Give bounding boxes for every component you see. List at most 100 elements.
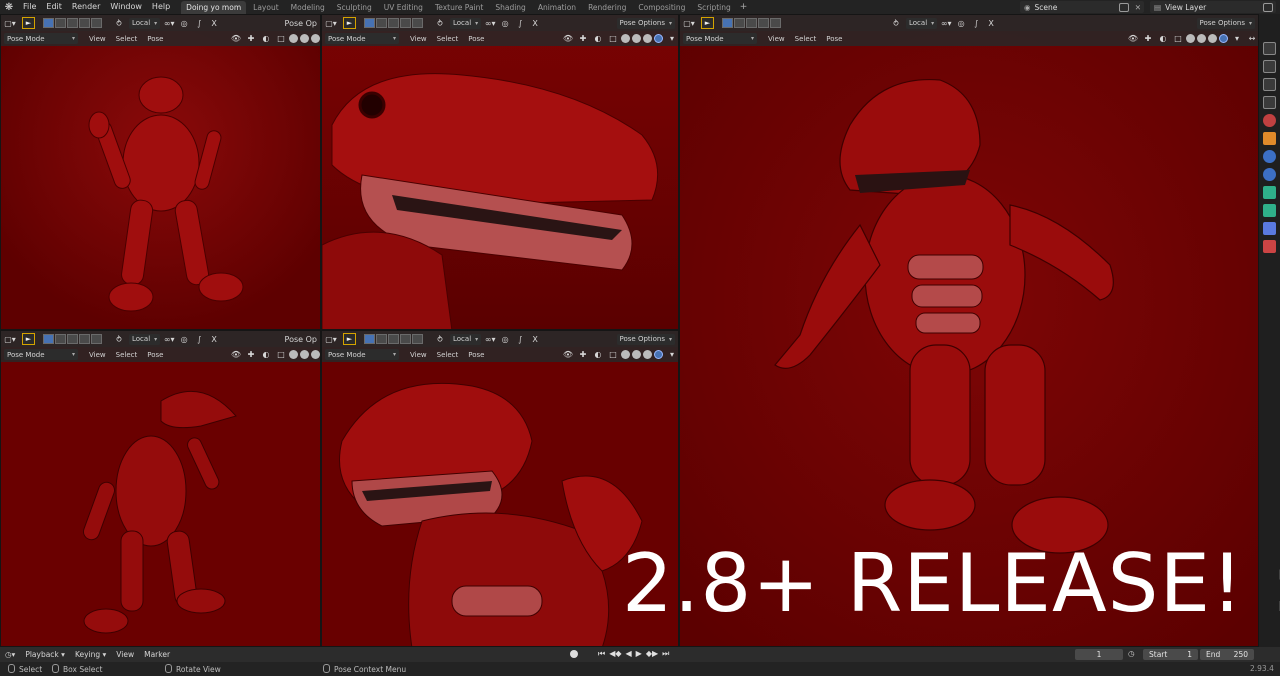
jump-keyframe-back-icon[interactable]: ◀◆	[609, 649, 621, 659]
menu-select[interactable]: Select	[111, 35, 143, 43]
menu-pose[interactable]: Pose	[463, 35, 489, 43]
xray-icon[interactable]: □	[607, 349, 619, 360]
wireframe-shading-icon[interactable]	[1186, 34, 1195, 43]
editor-type-icon[interactable]: ▢▾	[683, 18, 695, 29]
visibility-icon[interactable]: 👁	[230, 349, 242, 360]
solid-shading-icon[interactable]	[632, 34, 641, 43]
menu-window[interactable]: Window	[105, 0, 147, 14]
proportional-edit-icon[interactable]: ◎	[955, 18, 967, 29]
overlay-icon[interactable]: ◐	[260, 349, 272, 360]
select-tool-icon[interactable]: ►	[22, 17, 35, 29]
selection-mode-group[interactable]	[43, 18, 103, 28]
proportional-edit-icon[interactable]: ◎	[178, 18, 190, 29]
menu-pose[interactable]: Pose	[142, 35, 168, 43]
jump-start-icon[interactable]: ⏮	[598, 649, 605, 659]
bone-constraints-icon[interactable]	[1263, 222, 1276, 235]
end-frame-field[interactable]: End 250	[1200, 649, 1254, 660]
workspace-tab-texture-paint[interactable]: Texture Paint	[430, 1, 488, 14]
menu-select[interactable]: Select	[790, 35, 822, 43]
visibility-icon[interactable]: 👁	[562, 33, 574, 44]
shading-options-icon[interactable]: ▾	[1231, 33, 1243, 44]
menu-select[interactable]: Select	[432, 35, 464, 43]
menu-view[interactable]: View	[405, 351, 432, 359]
gizmo-icon[interactable]: ✚	[577, 33, 589, 44]
new-view-layer-icon[interactable]	[1263, 2, 1273, 12]
select-tool-icon[interactable]: ►	[343, 333, 356, 345]
start-frame-field[interactable]: Start 1	[1143, 649, 1198, 660]
tool-properties-icon[interactable]	[1263, 42, 1276, 55]
record-icon[interactable]	[570, 650, 578, 658]
editor-type-icon[interactable]: ▢▾	[4, 18, 16, 29]
gizmo-icon[interactable]: ✚	[245, 349, 257, 360]
menu-marker[interactable]: Marker	[139, 650, 175, 659]
editor-type-icon[interactable]: ▢▾	[325, 18, 337, 29]
xray-icon[interactable]: □	[275, 349, 287, 360]
selection-mode-group[interactable]	[364, 334, 424, 344]
menu-playback[interactable]: Playback ▾	[20, 650, 70, 659]
pose-options-dropdown[interactable]: Pose Options ▾	[616, 17, 675, 29]
orientation-dropdown[interactable]: Local ▾	[450, 17, 482, 29]
menu-select[interactable]: Select	[432, 351, 464, 359]
close-scene-icon[interactable]: ✕	[1135, 3, 1141, 12]
proportional-edit-icon[interactable]: ◎	[178, 334, 190, 345]
transform-pivot-icon[interactable]: ⥁	[113, 18, 125, 29]
mode-dropdown[interactable]: Pose Mode ▾	[325, 33, 399, 44]
modifier-properties-icon[interactable]	[1263, 150, 1276, 163]
snap-icon[interactable]: ∞▾	[484, 334, 496, 345]
workspace-tab-modeling[interactable]: Modeling	[286, 1, 330, 14]
pose-options-dropdown[interactable]: Pose Op	[285, 334, 317, 345]
armature-data-icon[interactable]	[1263, 186, 1276, 199]
pose-options-dropdown[interactable]: Pose Options ▾	[616, 333, 675, 345]
material-shading-icon[interactable]	[311, 350, 320, 359]
wireframe-shading-icon[interactable]	[621, 350, 630, 359]
material-shading-icon[interactable]	[1208, 34, 1217, 43]
transform-pivot-icon[interactable]: ⥁	[434, 18, 446, 29]
overlay-icon[interactable]: ◐	[1157, 33, 1169, 44]
current-frame-field[interactable]: 1	[1075, 649, 1123, 660]
clock-icon[interactable]: ◷	[1128, 649, 1135, 658]
viewport-top-middle[interactable]: ▢▾ ► ⥁ Local ▾ ∞▾ ◎ ∫ X Pose Options ▾ Pos…	[321, 14, 679, 330]
gizmo-icon[interactable]: ✚	[1142, 33, 1154, 44]
solid-shading-icon[interactable]	[632, 350, 641, 359]
jump-end-icon[interactable]: ⏭	[662, 649, 669, 659]
mode-dropdown[interactable]: Pose Mode ▾	[683, 33, 757, 44]
proportional-edit-icon[interactable]: ◎	[499, 334, 511, 345]
mode-dropdown[interactable]: Pose Mode ▾	[4, 349, 78, 360]
snap-icon[interactable]: ∞▾	[163, 18, 175, 29]
xray-icon[interactable]: □	[275, 33, 287, 44]
new-scene-icon[interactable]	[1118, 2, 1129, 12]
mode-dropdown[interactable]: Pose Mode ▾	[4, 33, 78, 44]
graph-icon[interactable]: ∫	[193, 18, 205, 29]
menu-file[interactable]: File	[18, 0, 41, 14]
sidebar-toggle-icon[interactable]: ↔	[1246, 33, 1258, 44]
material-shading-icon[interactable]	[311, 34, 320, 43]
editor-type-icon[interactable]: ▢▾	[4, 334, 16, 345]
wireframe-shading-icon[interactable]	[621, 34, 630, 43]
orientation-dropdown[interactable]: Local ▾	[450, 333, 482, 345]
close-x-icon[interactable]: X	[529, 18, 541, 29]
blender-logo-icon[interactable]: ❋	[0, 0, 18, 14]
workspace-tab-doing-yo-mom[interactable]: Doing yo mom	[181, 0, 247, 14]
overlay-icon[interactable]: ◐	[260, 33, 272, 44]
menu-edit[interactable]: Edit	[41, 0, 67, 14]
close-x-icon[interactable]: X	[529, 334, 541, 345]
snap-icon[interactable]: ∞▾	[163, 334, 175, 345]
visibility-icon[interactable]: 👁	[230, 33, 242, 44]
view-layer-properties-icon[interactable]	[1263, 96, 1276, 109]
workspace-tab-compositing[interactable]: Compositing	[633, 1, 690, 14]
rendered-shading-icon[interactable]	[654, 34, 663, 43]
select-tool-icon[interactable]: ►	[701, 17, 714, 29]
menu-help[interactable]: Help	[147, 0, 175, 14]
workspace-tab-sculpting[interactable]: Sculpting	[332, 1, 377, 14]
orientation-dropdown[interactable]: Local ▾	[129, 17, 161, 29]
graph-icon[interactable]: ∫	[970, 18, 982, 29]
solid-shading-icon[interactable]	[1197, 34, 1206, 43]
menu-pose[interactable]: Pose	[463, 351, 489, 359]
close-x-icon[interactable]: X	[208, 18, 220, 29]
workspace-tab-scripting[interactable]: Scripting	[692, 1, 735, 14]
object-properties-icon[interactable]	[1263, 132, 1276, 145]
select-tool-icon[interactable]: ►	[343, 17, 356, 29]
scene-selector[interactable]: ◉ Scene ✕	[1020, 1, 1144, 13]
xray-icon[interactable]: □	[1172, 33, 1184, 44]
physics-properties-icon[interactable]	[1263, 168, 1276, 181]
